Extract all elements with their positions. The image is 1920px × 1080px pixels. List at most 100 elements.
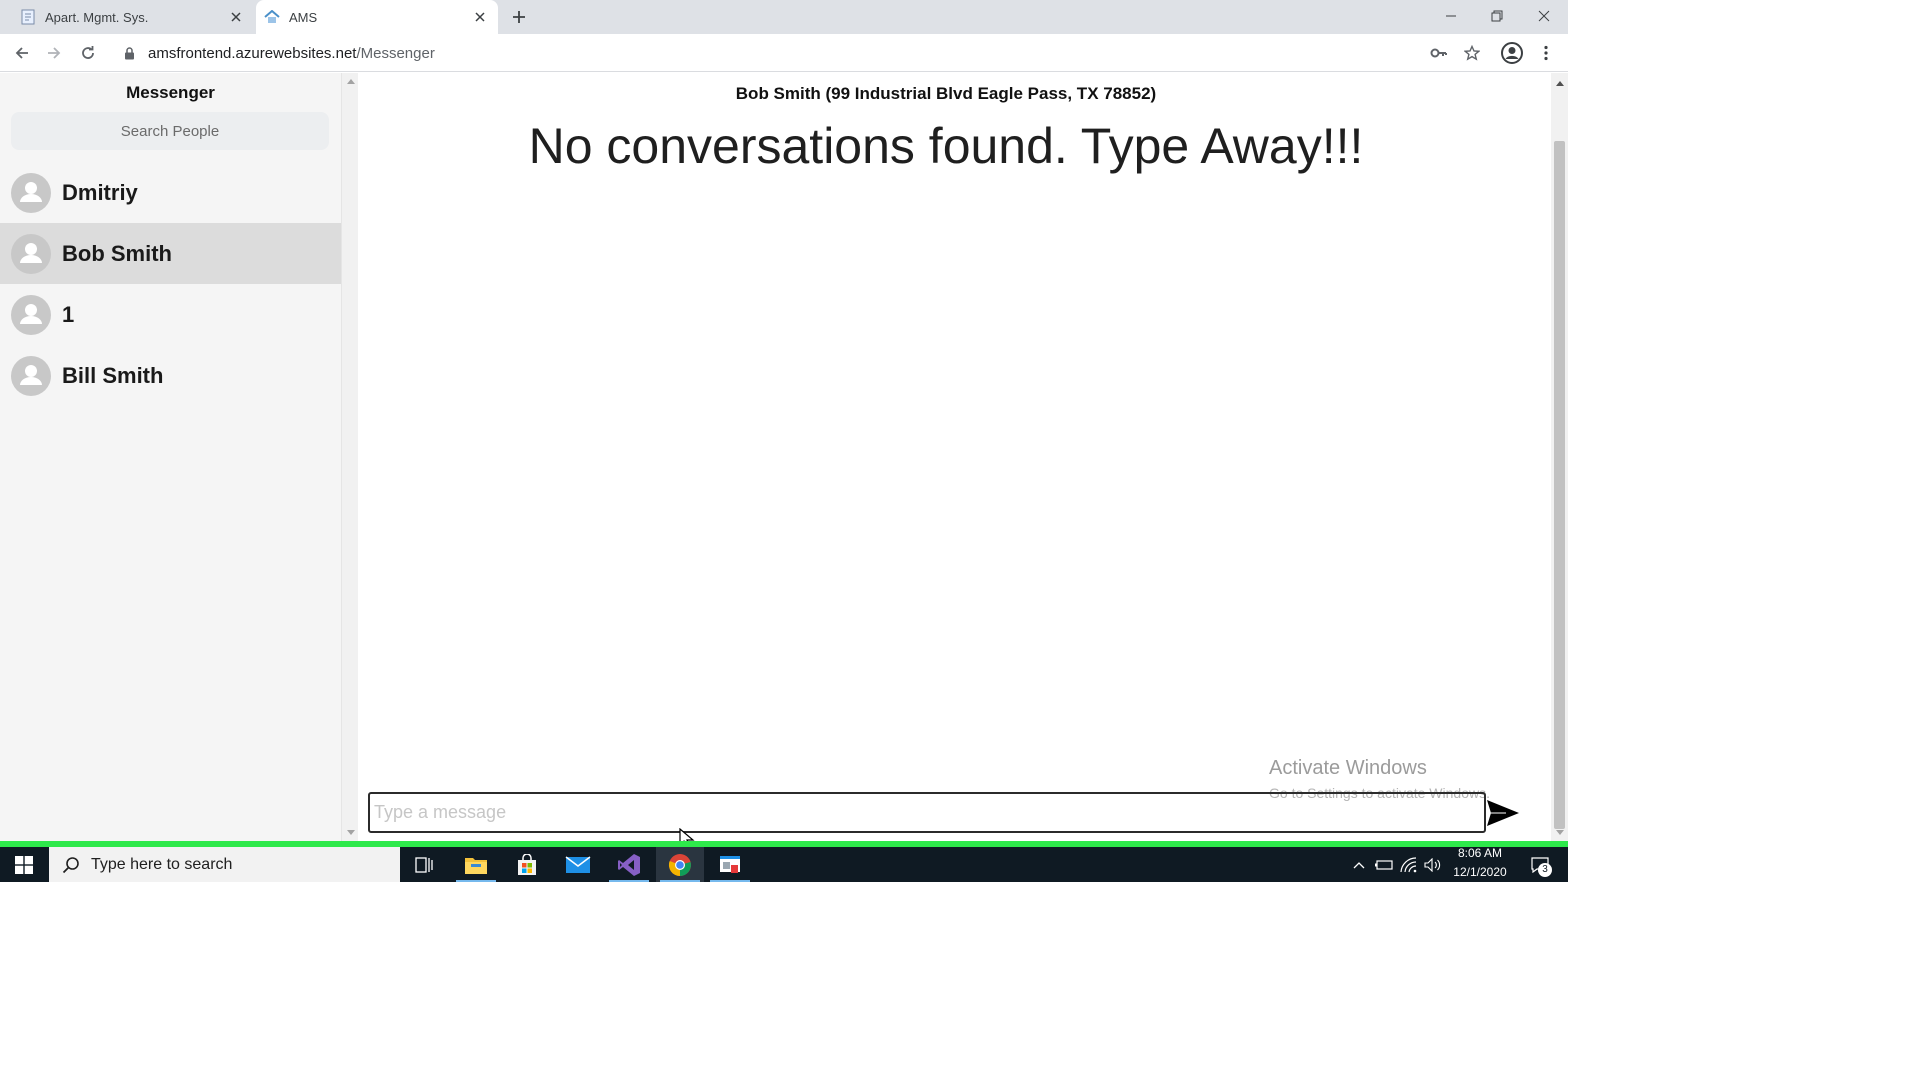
battery-button[interactable] xyxy=(1373,847,1395,882)
person-icon xyxy=(20,242,42,263)
url-host: amsfrontend.azurewebsites.net xyxy=(148,44,357,62)
restore-icon xyxy=(1491,10,1503,22)
clock-time: 8:06 AM xyxy=(1457,846,1503,860)
mail-button[interactable] xyxy=(554,847,602,882)
key-icon xyxy=(1430,48,1447,58)
profile-button[interactable] xyxy=(1498,39,1526,67)
chrome-button[interactable] xyxy=(656,847,704,882)
restore-button[interactable] xyxy=(1474,0,1520,32)
task-view-icon xyxy=(415,856,433,873)
reload-icon xyxy=(82,46,94,59)
page-scrollbar[interactable] xyxy=(1551,73,1568,841)
search-icon xyxy=(61,855,81,875)
message-input[interactable] xyxy=(368,792,1486,833)
microsoft-store-button[interactable] xyxy=(503,847,551,882)
folder-icon xyxy=(465,857,487,874)
taskbar-clock[interactable]: 8:06 AM 12/1/2020 xyxy=(1446,846,1514,882)
minimize-button[interactable] xyxy=(1428,0,1474,32)
tab-title: Apart. Mgmt. Sys. xyxy=(45,9,149,25)
start-button[interactable] xyxy=(0,847,48,882)
lock-icon xyxy=(122,46,136,60)
windows-logo-icon xyxy=(15,855,33,874)
file-explorer-button[interactable] xyxy=(452,847,500,882)
avatar xyxy=(11,233,51,274)
empty-conversation-message: No conversations found. Type Away!!! xyxy=(528,118,1364,174)
contact-item-dmitriy[interactable]: Dmitriy xyxy=(0,162,341,223)
store-icon xyxy=(518,853,536,875)
clock-date: 12/1/2020 xyxy=(1453,865,1507,879)
speaker-icon xyxy=(1424,857,1441,872)
tab-title: AMS xyxy=(289,9,318,25)
sidebar-title: Messenger xyxy=(126,83,215,102)
person-icon xyxy=(20,303,42,324)
sidebar-scrollbar[interactable] xyxy=(341,73,358,841)
browser-toolbar: amsfrontend.azurewebsites.net/Messenger xyxy=(0,34,1568,72)
mail-icon xyxy=(565,855,591,873)
contact-item-bill-smith[interactable]: Bill Smith xyxy=(0,345,341,406)
close-tab-icon[interactable] xyxy=(224,5,248,29)
back-button[interactable] xyxy=(8,39,36,67)
action-center-button[interactable]: 3 xyxy=(1520,847,1560,882)
house-icon xyxy=(264,9,280,25)
person-icon xyxy=(20,364,42,385)
avatar xyxy=(11,172,51,213)
wifi-icon xyxy=(1400,856,1417,872)
contact-name: Dmitriy xyxy=(62,179,138,205)
passwords-button[interactable] xyxy=(1425,39,1453,67)
url-path: /Messenger xyxy=(356,44,435,62)
battery-icon xyxy=(1375,859,1393,870)
scrollbar-thumb[interactable] xyxy=(1554,141,1565,829)
contact-item-1[interactable]: 1 xyxy=(0,284,341,345)
chevron-up-icon xyxy=(1353,861,1365,868)
bookmark-button[interactable] xyxy=(1458,39,1486,67)
close-tab-icon[interactable] xyxy=(468,5,492,29)
chat-panel: Bob Smith (99 Industrial Blvd Eagle Pass… xyxy=(358,73,1534,841)
scroll-down-arrow-icon[interactable] xyxy=(1555,828,1564,837)
reload-button[interactable] xyxy=(74,39,102,67)
tab-apart-mgmt-sys[interactable]: Apart. Mgmt. Sys. xyxy=(12,0,254,34)
contact-name: Bob Smith xyxy=(62,240,172,266)
messenger-page: Messenger Dmitriy Bob Smith 1 Bill Smith xyxy=(0,73,1568,849)
close-icon xyxy=(1538,10,1550,22)
tab-ams[interactable]: AMS xyxy=(256,0,498,34)
taskbar-search-placeholder: Type here to search xyxy=(91,855,233,873)
close-window-button[interactable] xyxy=(1521,0,1567,32)
send-button[interactable] xyxy=(1485,797,1521,829)
arrow-left-icon xyxy=(15,47,28,59)
show-hidden-icons-button[interactable] xyxy=(1349,847,1369,882)
windows-taskbar: Type here to search 8:06 AM 12/1/2020 3 xyxy=(0,846,1568,882)
minimize-icon xyxy=(1446,15,1456,17)
task-view-button[interactable] xyxy=(400,847,448,882)
star-icon xyxy=(1464,45,1480,61)
chat-header: Bob Smith (99 Industrial Blvd Eagle Pass… xyxy=(735,84,1157,103)
arrow-right-icon xyxy=(48,47,61,59)
browser-menu-button[interactable] xyxy=(1532,39,1560,67)
new-tab-button[interactable] xyxy=(507,5,531,29)
scroll-down-arrow-icon[interactable] xyxy=(346,828,355,837)
app-window-icon xyxy=(720,855,740,873)
send-icon xyxy=(1487,800,1519,826)
network-button[interactable] xyxy=(1398,847,1420,882)
watermark-title: Activate Windows xyxy=(1269,757,1427,779)
taskbar-search-box[interactable]: Type here to search xyxy=(49,847,400,882)
search-people-input[interactable] xyxy=(11,112,329,150)
chrome-icon xyxy=(668,853,691,876)
remote-desktop-button[interactable] xyxy=(706,847,754,882)
document-icon xyxy=(20,9,36,25)
avatar xyxy=(11,355,51,396)
more-vertical-icon xyxy=(1544,45,1548,61)
scroll-up-arrow-icon[interactable] xyxy=(346,77,355,86)
account-icon xyxy=(1501,42,1523,64)
visual-studio-button[interactable] xyxy=(605,847,653,882)
person-icon xyxy=(20,181,42,202)
visual-studio-icon xyxy=(618,853,640,876)
browser-tab-strip: Apart. Mgmt. Sys. AMS xyxy=(0,0,1568,34)
scroll-up-arrow-icon[interactable] xyxy=(1555,79,1564,88)
contacts-sidebar: Messenger Dmitriy Bob Smith 1 Bill Smith xyxy=(0,73,341,841)
contact-item-bob-smith[interactable]: Bob Smith xyxy=(0,223,341,284)
address-bar[interactable]: amsfrontend.azurewebsites.net/Messenger xyxy=(113,38,1493,68)
volume-button[interactable] xyxy=(1422,847,1444,882)
forward-button[interactable] xyxy=(40,39,68,67)
contact-name: 1 xyxy=(62,301,75,327)
contact-name: Bill Smith xyxy=(62,362,164,388)
